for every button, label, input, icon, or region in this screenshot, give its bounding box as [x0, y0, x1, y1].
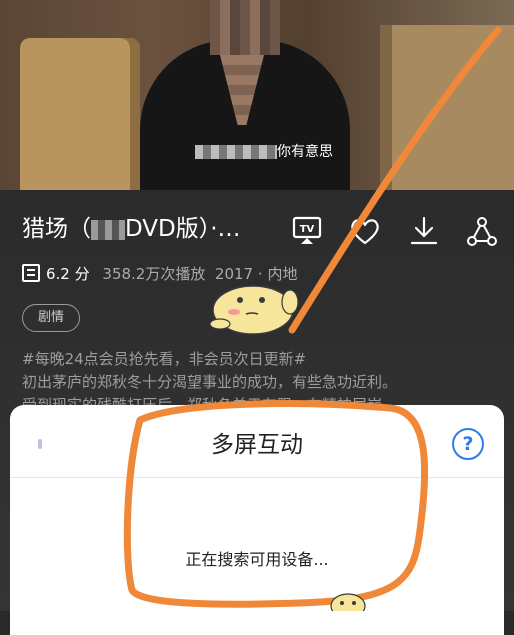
video-face-pixelated — [210, 0, 280, 55]
douban-icon — [22, 264, 40, 282]
svg-text:TV: TV — [300, 224, 315, 235]
download-icon — [410, 216, 438, 245]
description-line: #每晚24点会员抢先看，非会员次日更新# — [22, 350, 307, 368]
tv-cast-button[interactable]: TV — [290, 214, 324, 248]
meta-row: 6.2 分 358.2万次播放 2017 · 内地 — [22, 263, 297, 285]
video-player[interactable]: 你有意思 — [0, 0, 514, 190]
subtitle-blur — [195, 145, 277, 159]
region: 内地 — [267, 265, 298, 283]
year: 2017 — [214, 265, 254, 283]
meta-separator: · — [257, 265, 263, 283]
favorite-button[interactable] — [348, 214, 382, 248]
sheet-divider — [10, 477, 504, 478]
title-row[interactable]: 猎场（ DVD版）·… — [22, 212, 241, 246]
video-subtitle: 你有意思 — [195, 142, 333, 162]
tv-cast-icon: TV — [292, 216, 322, 244]
multiscreen-sheet: 多屏互动 ? 正在搜索可用设备... — [10, 405, 504, 635]
heart-icon — [351, 219, 379, 245]
download-button[interactable] — [407, 214, 441, 248]
description-line: 初出茅庐的郑秋冬十分渴望事业的成功，有些急功近利。 — [22, 373, 398, 391]
genre-tag[interactable]: 剧情 — [22, 304, 81, 332]
video-chair-right — [380, 25, 514, 190]
question-icon[interactable]: ? — [452, 428, 484, 460]
title-suffix: DVD版）·… — [125, 216, 241, 242]
title-prefix: 猎场（ — [22, 216, 91, 242]
rating: 6.2 分 — [46, 265, 90, 283]
search-status: 正在搜索可用设备... — [185, 550, 329, 569]
show-title[interactable]: 猎场（ DVD版）·… — [22, 212, 241, 246]
play-count: 358.2万次播放 — [102, 265, 206, 283]
share-icon — [467, 217, 497, 246]
title-blur — [91, 219, 125, 240]
share-button[interactable] — [465, 214, 499, 248]
sheet-title: 多屏互动 — [211, 432, 303, 458]
video-chair-left — [20, 38, 140, 190]
subtitle-suffix: 你有意思 — [277, 144, 333, 160]
